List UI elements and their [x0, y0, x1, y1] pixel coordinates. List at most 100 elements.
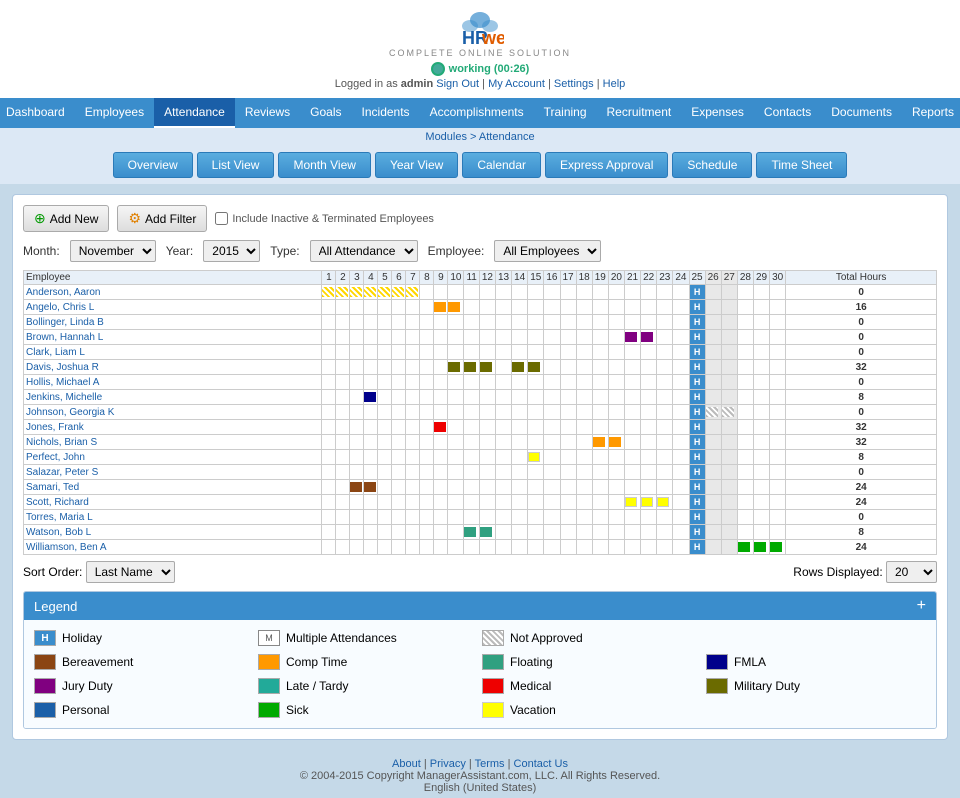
day-cell [544, 390, 560, 405]
day-cell [705, 510, 721, 525]
my-account-link[interactable]: My Account [488, 78, 545, 90]
day-cell [392, 345, 406, 360]
legend-label-late: Late / Tardy [286, 679, 348, 693]
nav-item-attendance[interactable]: Attendance [154, 98, 235, 128]
add-filter-button[interactable]: ⚙ Add Filter [117, 205, 207, 232]
type-select[interactable]: All Attendance [310, 240, 418, 262]
attendance-grid-wrapper: Employee 1 2 3 4 5 6 7 8 9 10 11 12 13 1… [23, 270, 937, 555]
nav-item-expenses[interactable]: Expenses [681, 98, 754, 128]
legend-label-personal: Personal [62, 703, 109, 717]
nav-item-contacts[interactable]: Contacts [754, 98, 821, 128]
nav-item-goals[interactable]: Goals [300, 98, 351, 128]
nav-item-documents[interactable]: Documents [821, 98, 902, 128]
footer-terms[interactable]: Terms [475, 758, 505, 770]
total-hours: 0 [786, 285, 937, 300]
footer-about[interactable]: About [392, 758, 421, 770]
day-cell [576, 360, 592, 375]
sort-order-select[interactable]: Last Name First Name [86, 561, 175, 583]
legend-label-sick: Sick [286, 703, 309, 717]
col-26: 26 [705, 271, 721, 285]
day-cell [364, 525, 378, 540]
col-21: 21 [625, 271, 641, 285]
help-link[interactable]: Help [603, 78, 626, 90]
nav-item-accomplishments[interactable]: Accomplishments [420, 98, 534, 128]
nav-item-employees[interactable]: Employees [75, 98, 154, 128]
day-cell-h: H [689, 495, 705, 510]
day-cell [641, 390, 657, 405]
day-cell [592, 480, 608, 495]
day-cell [641, 510, 657, 525]
col-27: 27 [721, 271, 737, 285]
sub-btn-year-view[interactable]: Year View [375, 152, 458, 178]
day-cell [448, 285, 464, 300]
employee-select[interactable]: All Employees [494, 240, 601, 262]
day-cell [544, 525, 560, 540]
sub-btn-schedule[interactable]: Schedule [672, 152, 752, 178]
day-cell [322, 330, 336, 345]
day-cell [625, 420, 641, 435]
sub-btn-month-view[interactable]: Month View [278, 152, 370, 178]
legend-box-medical [482, 678, 504, 694]
day-cell [770, 510, 786, 525]
nav-item-training[interactable]: Training [534, 98, 597, 128]
day-cell [592, 435, 608, 450]
legend-label-multiple: Multiple Attendances [286, 631, 397, 645]
nav-item-incidents[interactable]: Incidents [352, 98, 420, 128]
day-cell [448, 405, 464, 420]
sort-row: Sort Order: Last Name First Name Rows Di… [23, 561, 937, 583]
total-hours: 0 [786, 375, 937, 390]
day-cell [406, 285, 420, 300]
legend-box-late [258, 678, 280, 694]
day-cell [576, 390, 592, 405]
legend-item-floating: Floating [482, 654, 702, 670]
legend-item-fmla: FMLA [706, 654, 926, 670]
day-cell [705, 405, 721, 420]
day-cell [336, 375, 350, 390]
add-new-button[interactable]: ⊕ Add New [23, 205, 109, 232]
include-inactive-label[interactable]: Include Inactive & Terminated Employees [215, 212, 434, 225]
legend-expand-icon[interactable]: + [917, 597, 926, 615]
day-cell [721, 315, 737, 330]
day-cell [544, 540, 560, 555]
day-cell [434, 450, 448, 465]
day-cell [434, 360, 448, 375]
sub-btn-time-sheet[interactable]: Time Sheet [756, 152, 847, 178]
year-select[interactable]: 2015 [203, 240, 260, 262]
day-cell [641, 300, 657, 315]
day-cell [464, 435, 479, 450]
day-cell [641, 525, 657, 540]
sub-btn-overview[interactable]: Overview [113, 152, 193, 178]
nav-item-dashboard[interactable]: Dashboard [0, 98, 75, 128]
sign-out-link[interactable]: Sign Out [436, 78, 479, 90]
total-hours: 0 [786, 465, 937, 480]
day-cell [544, 465, 560, 480]
sub-btn-calendar[interactable]: Calendar [462, 152, 541, 178]
day-cell [364, 495, 378, 510]
day-cell [754, 480, 770, 495]
nav-item-reports[interactable]: Reports [902, 98, 960, 128]
footer-contact[interactable]: Contact Us [514, 758, 568, 770]
total-hours: 32 [786, 420, 937, 435]
day-cell [673, 345, 689, 360]
nav-item-recruitment[interactable]: Recruitment [597, 98, 682, 128]
day-cell [434, 540, 448, 555]
settings-link[interactable]: Settings [554, 78, 594, 90]
day-cell [420, 450, 434, 465]
day-cell [322, 315, 336, 330]
sub-btn-list-view[interactable]: List View [197, 152, 275, 178]
sub-btn-express-approval[interactable]: Express Approval [545, 152, 668, 178]
day-cell [434, 390, 448, 405]
day-cell [754, 465, 770, 480]
month-select[interactable]: November [70, 240, 156, 262]
day-cell [737, 330, 753, 345]
day-cell [721, 450, 737, 465]
day-cell [464, 390, 479, 405]
rows-displayed-select[interactable]: 10 20 50 100 [886, 561, 937, 583]
footer-privacy[interactable]: Privacy [430, 758, 466, 770]
nav-item-reviews[interactable]: Reviews [235, 98, 300, 128]
day-cell-h: H [689, 435, 705, 450]
day-cell [420, 495, 434, 510]
employee-name: Williamson, Ben A [24, 540, 322, 555]
day-cell [592, 375, 608, 390]
include-inactive-checkbox[interactable] [215, 212, 228, 225]
